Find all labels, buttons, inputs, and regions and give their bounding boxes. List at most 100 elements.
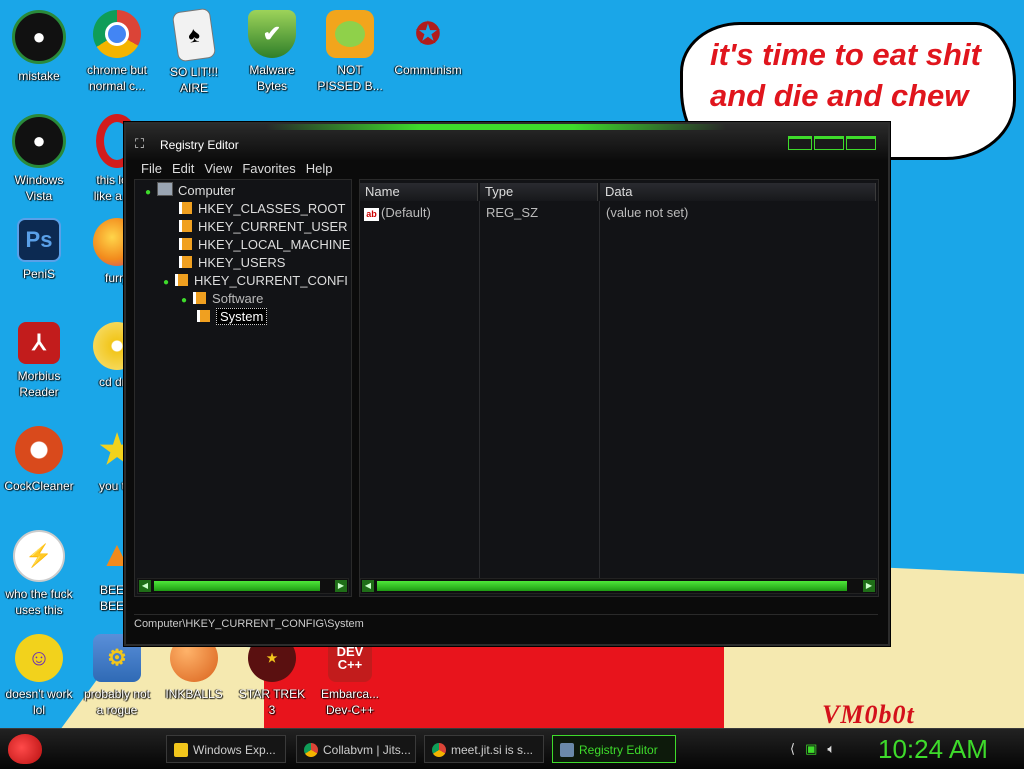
tree-label: HKEY_CURRENT_CONFI [194,273,348,288]
menu-help[interactable]: Help [301,160,338,178]
scroll-right-arrow-icon[interactable]: ▶ [863,580,875,592]
folder-icon [179,256,192,268]
value-type: REG_SZ [486,205,539,220]
chrome-icon [432,743,446,757]
column-divider [599,201,600,593]
desktop-icon-malwarebytes[interactable]: ✔ Malware Bytes [233,4,311,94]
tree-horizontal-scrollbar[interactable]: ◀ ▶ [137,578,349,594]
tree-node-hklm[interactable]: HKEY_LOCAL_MACHINE [179,236,350,254]
chrome-icon [304,743,318,757]
taskbar: Windows Exp... Collabvm | Jits... meet.j… [0,728,1024,769]
pdf-reader-icon: ⅄ [18,322,60,364]
registry-editor-window[interactable]: ⛶ Registry Editor File Edit View Favorit… [124,122,890,646]
folder-icon [175,274,189,286]
column-header-data[interactable]: Data [600,183,876,201]
value-name-cell: ab (Default) [364,204,431,222]
desktop-icon-yahoo-messenger[interactable]: ☺ doesn't work lol [0,628,78,718]
taskbar-item-explorer[interactable]: Windows Exp... [166,735,286,763]
ccleaner-icon [15,426,63,474]
value-data: (value not set) [606,205,689,220]
column-header-type[interactable]: Type [480,183,598,201]
tree-label-selected: System [216,308,268,325]
tree-label: Software [212,291,264,306]
tree-pane[interactable]: ● Computer HKEY_CLASSES_ROOT HKEY_CURRENT… [134,179,352,597]
speech-bubble-text: it's time to eat shit and die and chew [710,37,981,113]
maximize-button[interactable] [814,136,844,150]
tree-node-system[interactable]: System [197,308,268,326]
photoshop-icon: Ps [17,218,61,262]
scroll-left-arrow-icon[interactable]: ◀ [362,580,374,592]
task-label: meet.jit.si is s... [451,743,534,757]
desktop-icon-pdf-reader[interactable]: ⅄ Morbius Reader [0,316,78,400]
chrome-icon [93,10,141,58]
close-button[interactable] [846,136,876,150]
desktop-icon-communism[interactable]: ✪ Communism [389,4,467,78]
taskbar-item-collabvm[interactable]: Collabvm | Jits... [296,735,416,763]
taskbar-item-jitsi[interactable]: meet.jit.si is s... [424,735,544,763]
desktop-icon-mistake[interactable]: ● mistake [0,4,78,84]
scroll-left-arrow-icon[interactable]: ◀ [139,580,151,592]
tree-label: HKEY_CURRENT_USER [198,219,348,234]
expand-dot-icon: ● [163,277,170,288]
angry-pig-icon [326,10,374,58]
tree-node-software[interactable]: ● Software [181,290,263,308]
column-header-name[interactable]: Name [360,183,478,201]
expand-dot-icon: ● [181,295,188,306]
desktop-icon-label: INKBALLS [165,687,223,701]
taskbar-clock[interactable]: 10:24 AM [878,733,988,765]
menu-bar: File Edit View Favorites Help [136,160,338,178]
menu-favorites[interactable]: Favorites [237,160,300,178]
network-icon[interactable]: ▣ [805,741,817,757]
minimize-button[interactable] [788,136,812,150]
start-button[interactable] [4,731,46,767]
red-star-emblem-icon: ✪ [415,17,441,51]
desktop-icon-label: SO LIT!!! AIRE [169,65,218,95]
value-name: (Default) [381,205,431,220]
tray-expand-icon[interactable]: ⟨ [790,741,795,757]
status-bar: Computer\HKEY_CURRENT_CONFIG\System [134,614,878,633]
tree-node-computer[interactable]: ● Computer [145,182,235,200]
tree-node-hkcu[interactable]: HKEY_CURRENT_USER [179,218,348,236]
desktop-icon-label: NOT PISSED B... [317,63,383,93]
desktop-icon-angry-birds[interactable]: NOT PISSED B... [311,4,389,94]
green-orb-icon: ● [12,114,66,168]
folder-icon [179,220,192,232]
values-pane[interactable]: Name Type Data ab (Default) REG_SZ (value… [359,179,879,597]
values-horizontal-scrollbar[interactable]: ◀ ▶ [360,578,877,594]
tree-label: HKEY_CLASSES_ROOT [198,201,346,216]
tree-node-hku[interactable]: HKEY_USERS [179,254,285,272]
task-label: Collabvm | Jits... [323,743,411,757]
desktop-icon-label: chrome but normal c... [86,63,148,93]
taskbar-item-registry-editor[interactable]: Registry Editor [552,735,676,763]
desktop-icon-chrome[interactable]: chrome but normal c... [78,4,156,94]
scroll-right-arrow-icon[interactable]: ▶ [335,580,347,592]
desktop-icon-ccleaner[interactable]: CockCleaner [0,420,78,494]
desktop-icon-windows-vista[interactable]: ● Windows Vista [0,108,78,204]
wallpaper-signature: VM0b0t [822,700,915,729]
menu-file[interactable]: File [136,160,167,178]
tree-label: HKEY_LOCAL_MACHINE [198,237,351,252]
desktop-icon-label: who the fuck uses this [5,587,73,617]
tree-node-hkcc[interactable]: ● HKEY_CURRENT_CONFI [163,272,348,290]
desktop-icon-label: doesn't work lol [5,687,73,717]
column-divider [479,201,480,593]
desktop-icon-label: Malware Bytes [249,63,295,93]
tree-label: Computer [178,183,236,198]
menu-edit[interactable]: Edit [167,160,199,178]
scrollbar-thumb[interactable] [377,581,847,591]
desktop-icon-label: STAR TREK 3 [238,687,306,717]
angry-bird-icon [8,734,42,764]
regedit-icon [560,743,574,757]
window-titlebar[interactable]: ⛶ Registry Editor [126,124,888,160]
tree-node-hkcr[interactable]: HKEY_CLASSES_ROOT [179,200,345,218]
scrollbar-thumb[interactable] [154,581,320,591]
folder-icon [179,238,192,250]
desktop-icon-solitaire[interactable]: ♠ SO LIT!!! AIRE [155,4,233,96]
desktop-icon-photoshop[interactable]: Ps PeniS [0,212,78,282]
system-tray: ⟨ ▣ 🔈︎ [790,741,835,757]
volume-icon[interactable]: 🔈︎ [827,741,835,757]
window-controls [788,136,876,150]
desktop-icon-bolt-app[interactable]: ⚡ who the fuck uses this [0,524,78,618]
menu-view[interactable]: View [199,160,237,178]
desktop-icon-label: Communism [394,63,462,77]
